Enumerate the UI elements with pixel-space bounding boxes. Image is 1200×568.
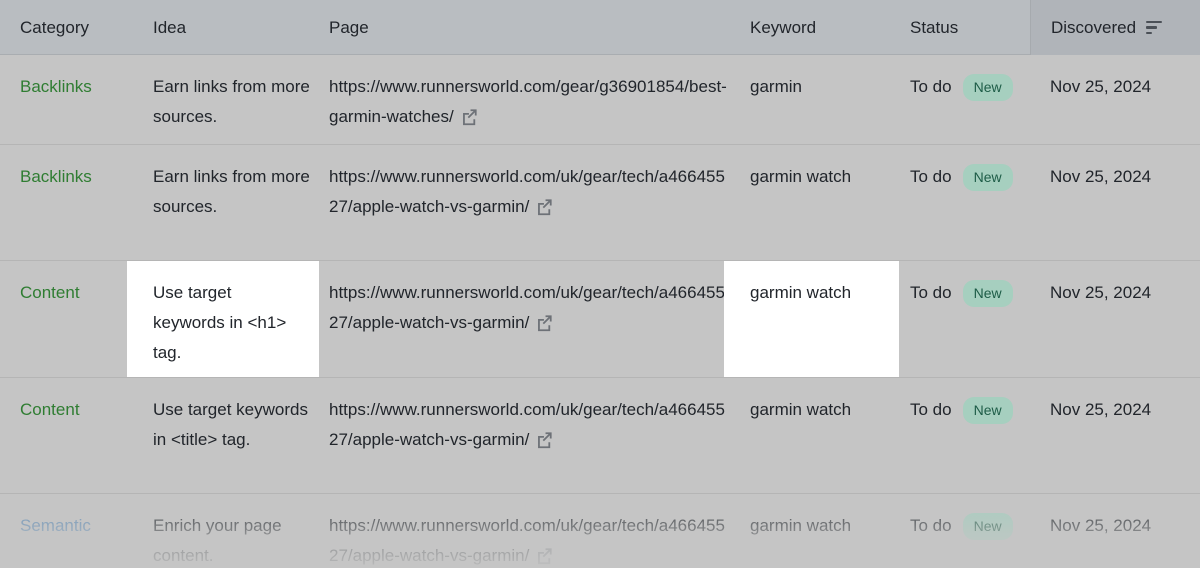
status-label: To do xyxy=(910,283,952,302)
cell-idea-text: Use target keywords in <h1> tag. xyxy=(153,283,287,362)
cell-idea-text: Use target keywords in <title> tag. xyxy=(153,400,308,449)
seo-ideas-table: Category Idea Page Keyword Status Discovered … xyxy=(0,0,1200,568)
status-label: To do xyxy=(910,77,952,96)
column-header-idea[interactable]: Idea xyxy=(153,0,186,55)
cell-keyword[interactable]: garmin watch xyxy=(750,494,900,541)
cell-category[interactable]: Content xyxy=(20,378,140,425)
column-header-discovered[interactable]: Discovered xyxy=(1030,0,1200,55)
cell-idea[interactable]: Use target keywords in <title> tag. xyxy=(153,378,313,455)
status-label: To do xyxy=(910,400,952,419)
external-link-icon[interactable] xyxy=(535,430,554,449)
cell-page-url: https://www.runnersworld.com/uk/gear/tec… xyxy=(329,283,725,332)
column-header-label: Discovered xyxy=(1051,17,1137,37)
cell-status[interactable]: To do New xyxy=(910,261,1040,308)
status-badge: New xyxy=(962,397,1013,424)
cell-keyword[interactable]: garmin watch xyxy=(750,145,900,192)
cell-discovered[interactable]: Nov 25, 2024 xyxy=(1050,261,1200,308)
status-label: To do xyxy=(910,516,952,535)
cell-status[interactable]: To do New xyxy=(910,55,1040,102)
external-link-icon[interactable] xyxy=(460,107,479,126)
cell-idea-text: Earn links from more sources. xyxy=(153,77,310,126)
external-link-icon[interactable] xyxy=(535,546,554,565)
cell-keyword-text: garmin watch xyxy=(750,516,852,535)
cell-idea[interactable]: Use target keywords in <h1> tag. xyxy=(127,261,319,377)
cell-status[interactable]: To do New xyxy=(910,378,1040,425)
cell-page[interactable]: https://www.runnersworld.com/gear/g36901… xyxy=(329,55,729,132)
column-header-label: Status xyxy=(910,17,959,37)
column-header-page[interactable]: Page xyxy=(329,0,369,55)
cell-keyword-text: garmin watch xyxy=(750,283,852,302)
cell-discovered[interactable]: Nov 25, 2024 xyxy=(1050,378,1200,425)
cell-page[interactable]: https://www.runnersworld.com/uk/gear/tec… xyxy=(329,145,729,222)
cell-category[interactable]: Content xyxy=(20,261,140,308)
cell-keyword-text: garmin xyxy=(750,77,802,96)
cell-idea[interactable]: Enrich your page content. xyxy=(153,494,313,568)
table-row[interactable]: Semantic Enrich your page content. https:/… xyxy=(0,494,1200,568)
table-body: Backlinks Earn links from more sources. ht… xyxy=(0,55,1200,568)
cell-keyword[interactable]: garmin watch xyxy=(750,378,900,425)
column-header-category[interactable]: Category xyxy=(20,0,89,55)
cell-idea[interactable]: Earn links from more sources. xyxy=(153,145,313,222)
cell-page-url: https://www.runnersworld.com/uk/gear/tec… xyxy=(329,167,725,216)
cell-discovered[interactable]: Nov 25, 2024 xyxy=(1050,55,1200,102)
status-wrapper: To do New xyxy=(910,162,1040,192)
cell-idea-text: Enrich your page content. xyxy=(153,516,282,565)
cell-page-url: https://www.runnersworld.com/uk/gear/tec… xyxy=(329,516,725,565)
status-badge: New xyxy=(962,513,1013,540)
cell-discovered[interactable]: Nov 25, 2024 xyxy=(1050,494,1200,541)
column-header-label: Page xyxy=(329,17,369,37)
column-header-keyword[interactable]: Keyword xyxy=(750,0,816,55)
status-wrapper: To do New xyxy=(910,395,1040,425)
cell-idea-text: Earn links from more sources. xyxy=(153,167,310,216)
status-wrapper: To do New xyxy=(910,511,1040,541)
cell-keyword-text: garmin watch xyxy=(750,400,852,419)
cell-keyword-text: garmin watch xyxy=(750,167,852,186)
table-row[interactable]: Backlinks Earn links from more sources. ht… xyxy=(0,145,1200,261)
status-wrapper: To do New xyxy=(910,278,1040,308)
cell-page-url: https://www.runnersworld.com/uk/gear/tec… xyxy=(329,400,725,449)
cell-page[interactable]: https://www.runnersworld.com/uk/gear/tec… xyxy=(329,378,729,455)
column-header-label: Keyword xyxy=(750,17,817,37)
cell-category[interactable]: Semantic xyxy=(20,494,140,541)
status-label: To do xyxy=(910,167,952,186)
cell-category[interactable]: Backlinks xyxy=(20,145,140,192)
cell-status[interactable]: To do New xyxy=(910,145,1040,192)
external-link-icon[interactable] xyxy=(535,197,554,216)
table-row[interactable]: Content Use target keywords in <h1> tag. h… xyxy=(0,261,1200,378)
cell-status[interactable]: To do New xyxy=(910,494,1040,541)
column-header-status[interactable]: Status xyxy=(910,0,958,55)
cell-keyword[interactable]: garmin xyxy=(750,55,900,102)
status-badge: New xyxy=(962,164,1013,191)
status-badge: New xyxy=(962,74,1013,101)
status-wrapper: To do New xyxy=(910,72,1040,102)
cell-category[interactable]: Backlinks xyxy=(20,55,140,102)
cell-discovered[interactable]: Nov 25, 2024 xyxy=(1050,145,1200,192)
table-header-row: Category Idea Page Keyword Status Discovered xyxy=(0,0,1200,55)
external-link-icon[interactable] xyxy=(535,313,554,332)
cell-page-url: https://www.runnersworld.com/gear/g36901… xyxy=(329,77,727,126)
table-row[interactable]: Content Use target keywords in <title> ta… xyxy=(0,378,1200,494)
status-badge: New xyxy=(962,280,1013,307)
sort-descending-icon[interactable] xyxy=(1146,20,1163,35)
column-header-label: Idea xyxy=(153,17,187,37)
cell-keyword[interactable]: garmin watch xyxy=(724,261,899,377)
cell-idea[interactable]: Earn links from more sources. xyxy=(153,55,313,132)
cell-page[interactable]: https://www.runnersworld.com/uk/gear/tec… xyxy=(329,494,729,568)
cell-page[interactable]: https://www.runnersworld.com/uk/gear/tec… xyxy=(329,261,729,338)
table-row[interactable]: Backlinks Earn links from more sources. ht… xyxy=(0,55,1200,145)
column-header-label: Category xyxy=(20,17,89,37)
